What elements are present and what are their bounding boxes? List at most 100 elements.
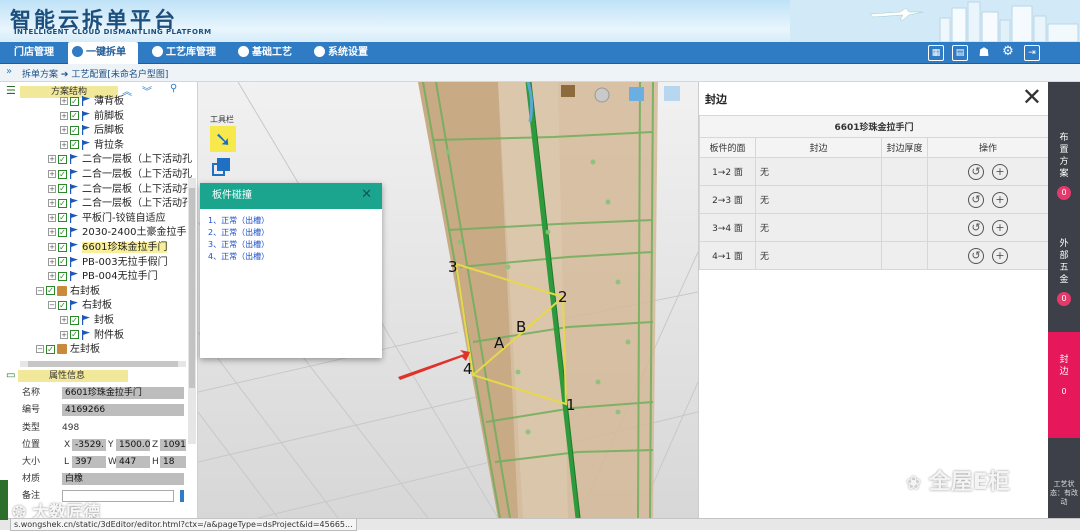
fit-view-icon[interactable] [664, 86, 680, 101]
tree-item[interactable]: + ✓ PB-004无拉手门 [48, 270, 158, 285]
pos-z-input[interactable]: 1091 [160, 439, 186, 451]
expand-toggle-icon[interactable]: + [48, 199, 56, 208]
tree-checkbox[interactable]: ✓ [46, 286, 55, 296]
edge-cell[interactable]: 无 [755, 185, 882, 214]
tree-checkbox[interactable]: ✓ [58, 271, 67, 281]
users-icon[interactable]: ☗ [976, 45, 992, 61]
expand-toggle-icon[interactable]: − [48, 301, 56, 310]
expand-toggle-icon[interactable]: + [48, 243, 56, 251]
search-icon[interactable]: ⚲ [170, 83, 177, 94]
thickness-cell[interactable] [881, 213, 928, 242]
thickness-cell[interactable] [881, 157, 928, 186]
size-w-input[interactable]: 447 [116, 456, 150, 468]
logout-icon[interactable]: ⇥ [1024, 45, 1040, 61]
cube-view-icon[interactable] [629, 87, 644, 101]
copy-tool-icon[interactable] [212, 158, 232, 178]
close-icon[interactable]: ✕ [1022, 84, 1042, 110]
nav-process-library[interactable]: 工艺库管理 [148, 42, 230, 64]
nav-store-management[interactable]: 门店管理 [10, 42, 68, 64]
expand-toggle-icon[interactable]: + [60, 126, 68, 135]
tree-checkbox[interactable]: ✓ [58, 184, 67, 194]
tree-checkbox[interactable]: ✓ [70, 96, 79, 106]
expand-toggle-icon[interactable]: + [60, 111, 68, 120]
prop-material-value[interactable]: 白橡 [62, 473, 184, 485]
expand-toggle-icon[interactable]: + [48, 272, 56, 281]
expand-toggle-icon[interactable]: + [48, 155, 56, 164]
sidebar-item-layout[interactable]: 布置方案 0 [1048, 132, 1080, 200]
history-icon[interactable]: ↺ [968, 219, 984, 236]
expand-toggle-icon[interactable]: + [48, 170, 56, 178]
history-icon[interactable]: ↺ [968, 247, 984, 264]
expand-toggle-icon[interactable]: + [60, 330, 68, 339]
expand-toggle-icon[interactable]: + [48, 184, 56, 193]
history-icon[interactable]: ↺ [968, 191, 984, 208]
calculator-icon[interactable]: ▦ [928, 45, 944, 61]
tree-item[interactable]: + ✓ 二合一层板（上下活动孔 [48, 183, 192, 198]
pos-y-input[interactable]: 1500.0 [116, 439, 150, 451]
tree-checkbox[interactable]: ✓ [58, 242, 67, 252]
tree-item[interactable]: − ✓ 左封板 [36, 343, 100, 358]
tree-item[interactable]: + ✓ 二合一层板（上下活动孔 [48, 153, 192, 168]
tree-item[interactable]: − ✓ 右封板 [48, 299, 112, 314]
size-l-input[interactable]: 397 [72, 456, 106, 468]
tree-checkbox[interactable]: ✓ [58, 198, 67, 208]
history-icon[interactable]: ↺ [968, 163, 984, 180]
tree-scrollbar[interactable] [188, 178, 196, 444]
tree-item[interactable]: + ✓ 平板门-铰链自适应 [48, 212, 166, 227]
target-view-icon[interactable] [594, 87, 610, 103]
expand-down-icon[interactable]: ︾ [142, 83, 152, 98]
clipboard-icon[interactable]: ▤ [952, 45, 968, 61]
expand-toggle-icon[interactable]: − [36, 345, 44, 354]
tree-checkbox[interactable]: ✓ [70, 111, 79, 121]
double-chevron-right-icon[interactable]: » [6, 66, 12, 77]
expand-toggle-icon[interactable]: + [60, 140, 68, 149]
pos-x-input[interactable]: -3529. [72, 439, 106, 451]
edge-cell[interactable]: 无 [755, 157, 882, 186]
tree-checkbox[interactable]: ✓ [58, 257, 67, 267]
prop-code-value[interactable]: 4169266 [62, 404, 184, 416]
sidebar-item-edge[interactable]: 封边 0 [1048, 332, 1080, 438]
close-icon[interactable]: ✕ [361, 187, 372, 202]
thickness-cell[interactable] [881, 241, 928, 270]
tree-item[interactable]: − ✓ 右封板 [36, 285, 100, 300]
expand-toggle-icon[interactable]: + [48, 228, 56, 237]
list-menu-icon[interactable]: ☰ [6, 84, 16, 97]
box-view-icon[interactable] [561, 85, 575, 97]
tree-item[interactable]: + ✓ 后脚板 [60, 124, 124, 139]
add-icon[interactable]: + [992, 247, 1008, 264]
nav-system-settings[interactable]: 系统设置 [310, 42, 392, 64]
expand-toggle-icon[interactable]: + [60, 97, 68, 105]
tree-checkbox[interactable]: ✓ [58, 154, 67, 164]
prop-name-value[interactable]: 6601珍珠金拉手门 [62, 387, 184, 399]
add-icon[interactable]: + [992, 191, 1008, 208]
tree-item[interactable]: + ✓ 薄背板 [60, 95, 124, 110]
tree-item[interactable]: + ✓ 附件板 [60, 329, 124, 344]
tree-checkbox[interactable]: ✓ [58, 213, 67, 223]
tree-item[interactable]: + ✓ 二合一层板（上下活动孔 [48, 168, 192, 183]
tree-checkbox[interactable]: ✓ [70, 125, 79, 135]
tree-item[interactable]: + ✓ 二合一层板（上下活动孔 [48, 197, 192, 212]
scrollbar-thumb[interactable] [189, 188, 195, 388]
tree-checkbox[interactable]: ✓ [70, 315, 79, 325]
sidebar-item-hardware[interactable]: 外部五金 0 [1048, 238, 1080, 306]
breadcrumb-root[interactable]: 拆单方案 [22, 70, 58, 80]
tree-item[interactable]: + ✓ 背拉条 [60, 139, 124, 154]
expand-toggle-icon[interactable]: + [48, 257, 56, 266]
thickness-cell[interactable] [881, 185, 928, 214]
expand-toggle-icon[interactable]: + [48, 213, 56, 222]
tree-checkbox[interactable]: ✓ [46, 344, 55, 354]
expand-toggle-icon[interactable]: + [60, 316, 68, 324]
pointer-tool-icon[interactable]: ➘ [210, 126, 236, 152]
tree-checkbox[interactable]: ✓ [70, 330, 79, 340]
edge-cell[interactable]: 无 [755, 241, 882, 270]
add-icon[interactable]: + [992, 163, 1008, 180]
expand-toggle-icon[interactable]: − [36, 286, 44, 295]
tree-checkbox[interactable]: ✓ [58, 169, 67, 179]
nav-one-click-split[interactable]: 一键拆单 [68, 42, 138, 64]
edge-cell[interactable]: 无 [755, 213, 882, 242]
size-h-input[interactable]: 18 [160, 456, 186, 468]
tree-checkbox[interactable]: ✓ [58, 300, 67, 310]
tree-hscrollbar[interactable] [20, 361, 186, 367]
note-side-button[interactable] [180, 490, 184, 502]
tree-item[interactable]: + ✓ PB-003无拉手假门 [48, 256, 168, 271]
